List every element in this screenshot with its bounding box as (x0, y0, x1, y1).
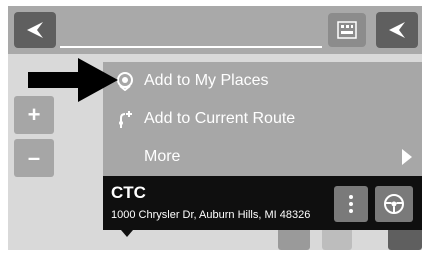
add-route-icon (119, 111, 132, 128)
card-pointer (121, 230, 133, 237)
favorite-place-icon (117, 72, 133, 91)
place-address: 1000 Chrysler Dr, Auburn Hills, MI 48326 (111, 209, 311, 221)
dot-icon (349, 195, 353, 199)
keyboard-icon (337, 21, 357, 39)
back-arrow-icon (27, 22, 43, 38)
zoom-out-button[interactable]: – (14, 139, 54, 177)
dot-icon (349, 202, 353, 206)
nav-arrow-icon (389, 22, 405, 38)
place-name: CTC (111, 183, 146, 202)
menu-item-label: More (144, 148, 181, 165)
menu-item-add-to-current-route[interactable]: Add to Current Route (103, 100, 422, 138)
chevron-right-icon (402, 149, 412, 165)
steering-wheel-icon (384, 194, 404, 214)
more-options-button[interactable] (334, 186, 368, 222)
top-bar (8, 6, 422, 54)
menu-item-add-to-my-places[interactable]: Add to My Places (103, 62, 422, 100)
nav-screen: + – Add to My Places Add to Current Rout… (8, 6, 422, 250)
navigate-button[interactable] (376, 12, 418, 48)
keyboard-button[interactable] (328, 13, 366, 47)
search-field[interactable] (60, 46, 322, 48)
menu-item-more[interactable]: More (103, 138, 422, 176)
callout-arrow-icon (28, 58, 118, 102)
place-info-card[interactable]: CTC 1000 Chrysler Dr, Auburn Hills, MI 4… (103, 176, 422, 237)
back-button[interactable] (14, 12, 56, 48)
menu-item-label: Add to Current Route (144, 110, 296, 127)
menu-item-label: Add to My Places (144, 72, 269, 89)
place-options-menu: Add to My Places Add to Current Route Mo… (103, 62, 422, 176)
dot-icon (349, 209, 353, 213)
go-button[interactable] (375, 186, 413, 222)
